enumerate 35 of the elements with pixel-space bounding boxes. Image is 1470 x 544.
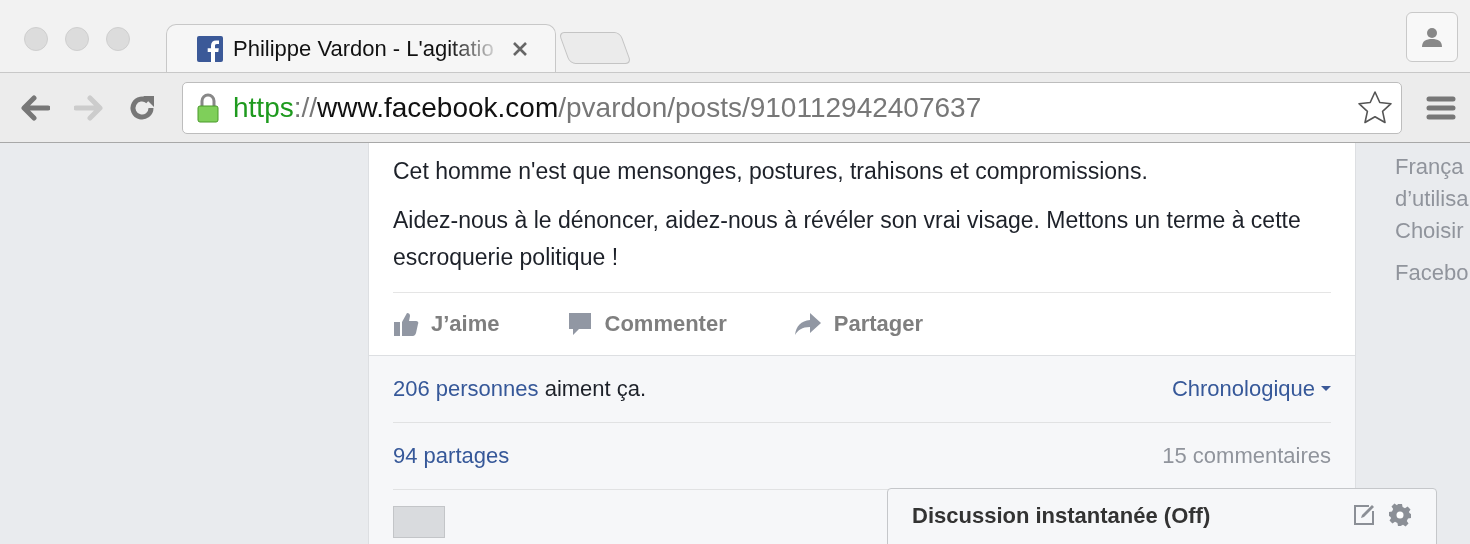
star-icon[interactable]	[1357, 89, 1393, 126]
shares-link[interactable]: 94 partages	[393, 443, 510, 469]
tab-title: Philippe Vardon - L'agitatio	[233, 35, 495, 62]
menu-icon[interactable]	[1426, 95, 1456, 120]
profile-button[interactable]	[1406, 12, 1458, 62]
reload-icon[interactable]	[128, 93, 156, 122]
share-arrow-icon	[793, 311, 822, 337]
close-icon[interactable]	[513, 41, 527, 56]
favicon-icon	[197, 35, 223, 62]
lock-icon	[197, 92, 219, 123]
chat-title: Discussion instantanée (Off)	[912, 503, 1211, 529]
like-button[interactable]: J’aime	[393, 311, 500, 337]
edit-icon[interactable]	[1352, 503, 1376, 527]
thumbs-up-icon	[393, 311, 419, 337]
comments-count[interactable]: 15 commentaires	[1162, 443, 1331, 469]
person-icon	[1420, 25, 1444, 49]
back-icon[interactable]	[20, 94, 50, 121]
footer-link[interactable]: Choisir	[1395, 215, 1469, 247]
browser-tab[interactable]: Philippe Vardon - L'agitatio	[166, 24, 556, 72]
post-paragraph: Aidez-nous à le dénoncer, aidez-nous à révéler son vrai visage. Mettons un terme à cette escroquerie politique !	[393, 206, 1302, 272]
caret-icon	[1321, 386, 1331, 392]
likes-summary: 206 personnes aiment ça.	[393, 376, 647, 402]
share-button[interactable]: Partager	[793, 311, 924, 337]
footer-link[interactable]: d’utilisa	[1395, 183, 1469, 215]
footer-link[interactable]: França	[1395, 151, 1469, 183]
chat-bar[interactable]: Discussion instantanée (Off)	[887, 488, 1437, 544]
comment-button[interactable]: Commenter	[566, 311, 727, 337]
settings-icon[interactable]	[1388, 503, 1412, 527]
footer-link[interactable]: Facebo	[1395, 257, 1469, 289]
sort-dropdown[interactable]: Chronologique	[1171, 376, 1331, 402]
address-bar[interactable]: https://www.facebook.com/pvardon/posts/910112942407637	[182, 81, 1402, 134]
url-text: https://www.facebook.com/pvardon/posts/910112942407637	[233, 91, 982, 124]
avatar	[393, 506, 445, 538]
post-paragraph: Cet homme n'est que mensonges, postures, trahisons et compromissions.	[393, 157, 1149, 186]
speech-bubble-icon	[566, 311, 593, 337]
